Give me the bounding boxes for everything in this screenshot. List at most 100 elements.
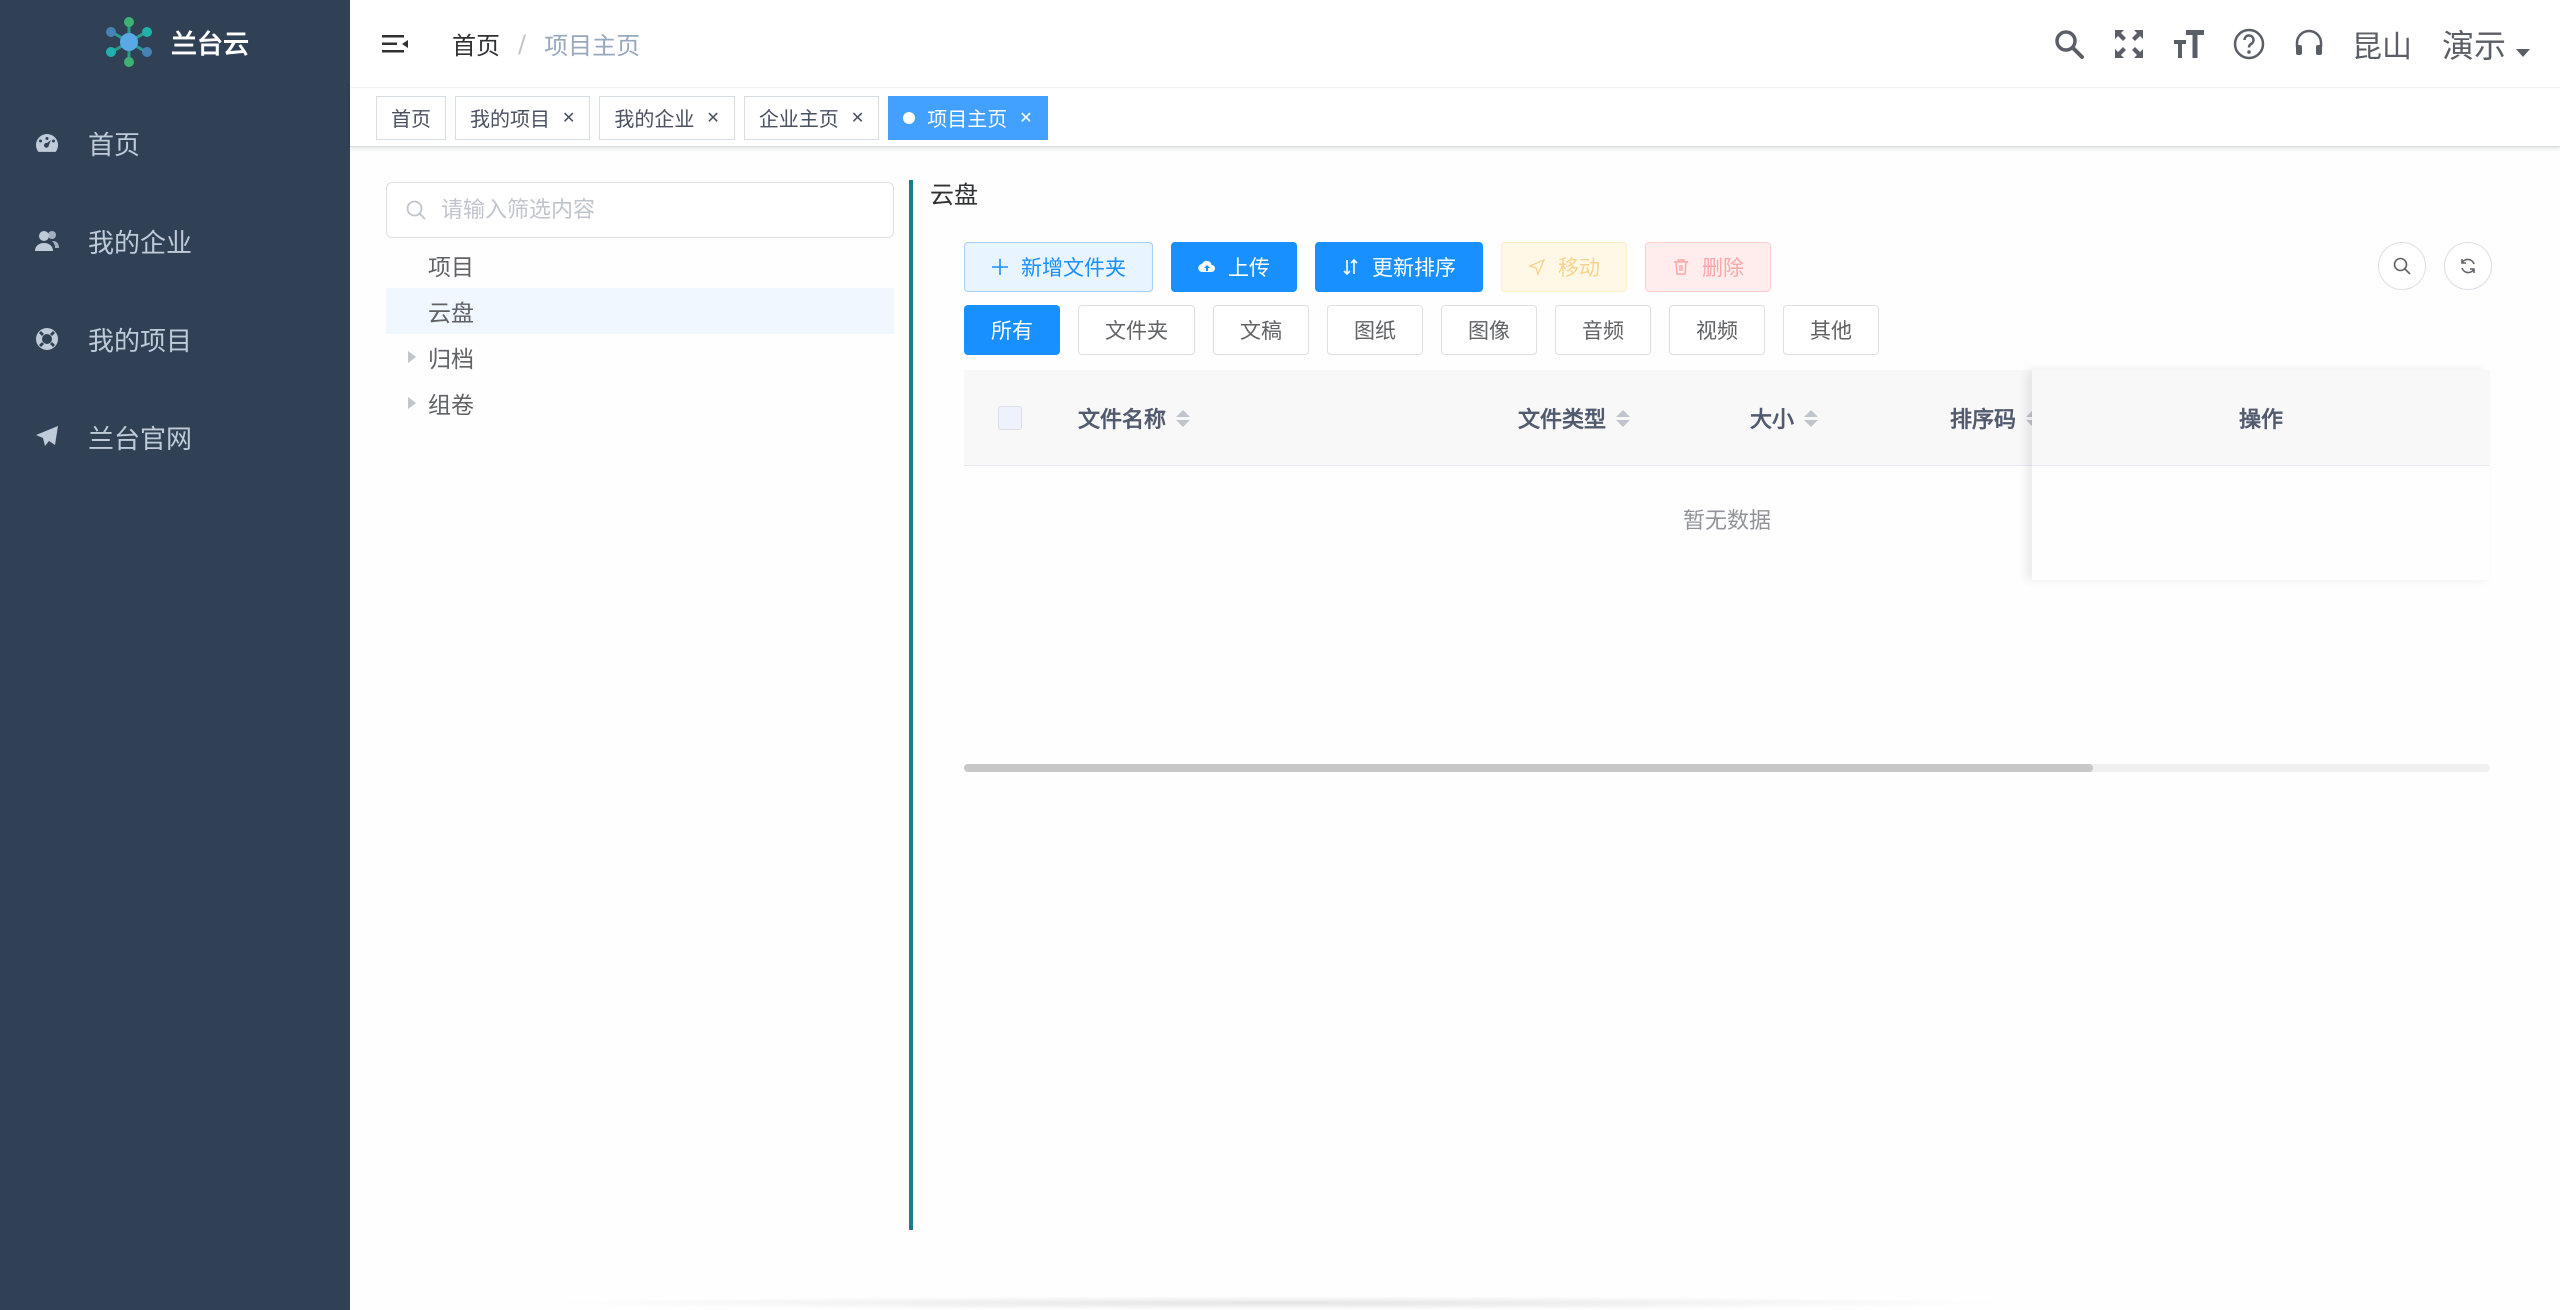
filter-other[interactable]: 其他 <box>1783 305 1879 355</box>
dashboard-icon <box>34 130 60 156</box>
hamburger-icon[interactable] <box>380 29 410 59</box>
panel-divider[interactable] <box>909 180 913 1230</box>
cloud-upload-icon <box>1198 260 1216 273</box>
tree-node-cloud-disk[interactable]: 云盘 <box>386 288 894 334</box>
file-table: 文件名称 文件类型 大小 排序码 暂无数据 操作 <box>964 370 2490 772</box>
upload-button[interactable]: 上传 <box>1171 242 1297 292</box>
caret-right-icon <box>408 351 416 363</box>
breadcrumb-home[interactable]: 首页 <box>452 26 500 61</box>
button-label: 新增文件夹 <box>1021 256 1126 280</box>
column-file-name[interactable]: 文件名称 <box>1078 370 1191 466</box>
tree-node-volume[interactable]: 组卷 <box>386 380 894 426</box>
filter-drawing[interactable]: 图纸 <box>1327 305 1423 355</box>
tag-project-home[interactable]: 项目主页 ✕ <box>888 95 1048 140</box>
sidebar-item-label: 兰台官网 <box>88 424 193 455</box>
filter-audio[interactable]: 音频 <box>1555 305 1651 355</box>
tag-my-projects[interactable]: 我的项目 ✕ <box>455 95 591 140</box>
tag-my-enterprise[interactable]: 我的企业 ✕ <box>599 95 735 140</box>
tag-home[interactable]: 首页 <box>376 95 446 140</box>
refresh-button[interactable] <box>2444 242 2492 290</box>
paper-plane-icon <box>34 424 60 450</box>
tree-node-label: 云盘 <box>428 301 474 327</box>
breadcrumb: 首页 / 项目主页 <box>452 26 640 61</box>
tree-node-label: 项目 <box>428 255 474 281</box>
sidebar-item-my-enterprise[interactable]: 我的企业 <box>0 192 350 290</box>
scrollbar-thumb[interactable] <box>964 764 2094 772</box>
tag-label: 项目主页 <box>927 107 1008 131</box>
brand-name: 兰台云 <box>170 29 249 60</box>
breadcrumb-separator: / <box>518 29 527 58</box>
delete-button[interactable]: 删除 <box>1645 242 1771 292</box>
tree-panel: 项目 云盘 归档 组卷 <box>386 182 894 426</box>
table-tools <box>2378 242 2492 290</box>
fixed-operation-column: 操作 <box>2032 370 2490 580</box>
sidebar-item-home[interactable]: 首页 <box>0 94 350 192</box>
lifebuoy-icon <box>34 326 60 352</box>
tag-label: 我的项目 <box>470 107 550 131</box>
headset-icon[interactable] <box>2292 27 2326 61</box>
location-label[interactable]: 昆山 <box>2352 22 2412 66</box>
close-icon[interactable]: ✕ <box>851 108 864 127</box>
plus-icon <box>992 259 1008 275</box>
sidebar: 兰台云 首页 我的企业 我的项目 兰台官网 <box>0 0 350 1310</box>
sort-icon[interactable] <box>1804 409 1819 427</box>
column-size[interactable]: 大小 <box>1750 370 1819 466</box>
column-file-type[interactable]: 文件类型 <box>1518 370 1631 466</box>
close-icon[interactable]: ✕ <box>1019 108 1032 127</box>
help-icon[interactable] <box>2232 27 2266 61</box>
tree-node-project[interactable]: 项目 <box>386 242 894 288</box>
tag-label: 首页 <box>391 107 431 131</box>
add-folder-button[interactable]: 新增文件夹 <box>964 242 1153 292</box>
active-dot-icon <box>903 111 916 124</box>
user-name: 演示 <box>2441 27 2506 65</box>
sort-icon <box>1343 258 1358 276</box>
navbar: 首页 / 项目主页 昆山 演示 <box>350 0 2560 88</box>
search-icon <box>2393 257 2411 275</box>
filter-folder[interactable]: 文件夹 <box>1078 305 1195 355</box>
tree: 项目 云盘 归档 组卷 <box>386 242 894 426</box>
fullscreen-icon[interactable] <box>2112 27 2146 61</box>
tags-view: 首页 我的项目 ✕ 我的企业 ✕ 企业主页 ✕ 项目主页 ✕ <box>350 89 2560 147</box>
sidebar-item-label: 首页 <box>88 130 141 161</box>
tree-filter-field[interactable] <box>386 182 894 238</box>
column-operation: 操作 <box>2032 370 2490 466</box>
right-menu: 昆山 演示 <box>2052 0 2530 88</box>
sidebar-item-my-projects[interactable]: 我的项目 <box>0 290 350 388</box>
sidebar-item-label: 我的项目 <box>88 326 193 357</box>
filter-image[interactable]: 图像 <box>1441 305 1537 355</box>
column-label: 大小 <box>1750 408 1795 433</box>
caret-down-icon <box>2516 49 2530 57</box>
main-panel: 云盘 新增文件夹 上传 更新排序 移动 删除 所有 文件夹 文稿 图纸 图像 音… <box>930 176 2560 772</box>
button-label: 更新排序 <box>1372 256 1456 280</box>
select-all-checkbox[interactable] <box>998 406 1022 430</box>
update-sort-button[interactable]: 更新排序 <box>1315 242 1483 292</box>
trash-icon <box>1674 259 1688 275</box>
close-icon[interactable]: ✕ <box>562 108 575 127</box>
sort-icon[interactable] <box>1176 409 1191 427</box>
close-icon[interactable]: ✕ <box>706 108 719 127</box>
brand[interactable]: 兰台云 <box>0 0 350 84</box>
column-sort-code[interactable]: 排序码 <box>1950 370 2041 466</box>
filter-all[interactable]: 所有 <box>964 305 1060 355</box>
filter-video[interactable]: 视频 <box>1669 305 1765 355</box>
toolbar: 新增文件夹 上传 更新排序 移动 删除 <box>964 242 1771 292</box>
file-type-filters: 所有 文件夹 文稿 图纸 图像 音频 视频 其他 <box>964 305 1879 355</box>
send-icon <box>1528 258 1546 276</box>
sidebar-item-official-site[interactable]: 兰台官网 <box>0 388 350 486</box>
font-size-icon[interactable] <box>2172 27 2206 61</box>
select-all-column <box>998 370 1022 466</box>
footer-shadow <box>540 1296 2020 1310</box>
horizontal-scrollbar[interactable] <box>964 764 2490 772</box>
move-button[interactable]: 移动 <box>1501 242 1627 292</box>
user-dropdown[interactable]: 演示 <box>2442 21 2530 67</box>
caret-right-icon <box>408 397 416 409</box>
filter-document[interactable]: 文稿 <box>1213 305 1309 355</box>
tag-label: 我的企业 <box>614 107 695 131</box>
tree-filter-input[interactable] <box>441 197 881 223</box>
tree-node-archive[interactable]: 归档 <box>386 334 894 380</box>
tag-enterprise-home[interactable]: 企业主页 ✕ <box>743 95 880 140</box>
search-icon[interactable] <box>2052 27 2086 61</box>
sort-icon[interactable] <box>1616 409 1631 427</box>
button-label: 移动 <box>1558 256 1600 280</box>
search-toggle-button[interactable] <box>2378 242 2426 290</box>
